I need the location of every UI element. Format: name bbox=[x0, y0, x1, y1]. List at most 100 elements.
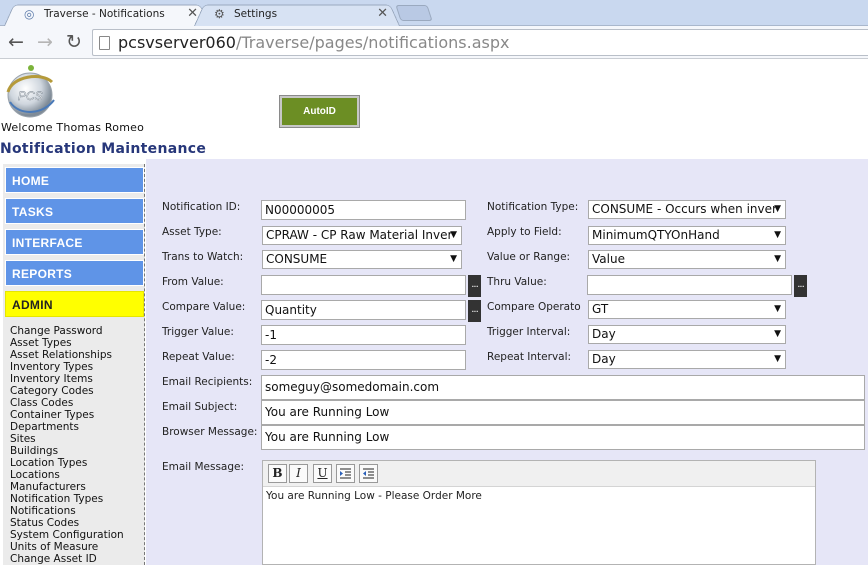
asset-type-label: Asset Type: bbox=[162, 226, 222, 238]
compare-value-label: Compare Value: bbox=[162, 301, 246, 313]
page-title: Notification Maintenance bbox=[0, 141, 207, 157]
chevron-down-icon: ▼ bbox=[774, 304, 781, 314]
admin-item-class-codes[interactable]: Class Codes bbox=[10, 397, 124, 409]
admin-item-units-of-measure[interactable]: Units of Measure bbox=[10, 541, 124, 553]
admin-submenu: Change Password Asset Types Asset Relati… bbox=[10, 325, 124, 565]
repeat-value-label: Repeat Value: bbox=[162, 351, 235, 363]
email-message-label: Email Message: bbox=[162, 461, 245, 473]
chevron-down-icon: ▼ bbox=[450, 230, 457, 240]
italic-button[interactable]: I bbox=[289, 464, 308, 483]
admin-item-buildings[interactable]: Buildings bbox=[10, 445, 124, 457]
admin-item-inventory-types[interactable]: Inventory Types bbox=[10, 361, 124, 373]
reload-icon[interactable]: ↻ bbox=[62, 30, 86, 54]
address-bar[interactable]: pcsvserver060/Traverse/pages/notificatio… bbox=[92, 29, 868, 56]
admin-item-asset-relationships[interactable]: Asset Relationships bbox=[10, 349, 124, 361]
nav-home[interactable]: HOME bbox=[5, 167, 144, 193]
trigger-value-field[interactable]: -1 bbox=[261, 325, 466, 345]
editor-toolbar: B I U bbox=[263, 461, 815, 487]
from-value-label: From Value: bbox=[162, 276, 224, 288]
chevron-down-icon: ▼ bbox=[774, 204, 781, 214]
admin-item-notification-types[interactable]: Notification Types bbox=[10, 493, 124, 505]
tab-strip: ◎ Traverse - Notifications ✕ ⚙ Settings … bbox=[0, 0, 868, 26]
thru-value-label: Thru Value: bbox=[487, 276, 547, 288]
value-or-range-label: Value or Range: bbox=[487, 251, 571, 263]
repeat-interval-label: Repeat Interval: bbox=[487, 351, 572, 363]
repeat-value-field[interactable]: -2 bbox=[261, 350, 466, 370]
nav-tasks[interactable]: TASKS bbox=[5, 198, 144, 224]
nav-reports[interactable]: REPORTS bbox=[5, 260, 144, 286]
globe-icon: ◎ bbox=[24, 7, 35, 21]
email-recipients-label: Email Recipients: bbox=[162, 376, 253, 388]
thru-value-field[interactable] bbox=[587, 275, 792, 295]
trigger-value-label: Trigger Value: bbox=[162, 326, 234, 338]
email-recipients-field[interactable]: someguy@somedomain.com bbox=[261, 375, 865, 400]
admin-item-departments[interactable]: Departments bbox=[10, 421, 124, 433]
compare-operator-label: Compare Operato bbox=[487, 301, 581, 313]
email-subject-field[interactable]: You are Running Low bbox=[261, 400, 865, 425]
compare-value-field[interactable]: Quantity bbox=[261, 300, 466, 320]
admin-item-change-asset-id[interactable]: Change Asset ID bbox=[10, 553, 124, 565]
back-icon[interactable]: ← bbox=[4, 30, 28, 54]
chevron-down-icon: ▼ bbox=[774, 230, 781, 240]
nav-admin[interactable]: ADMIN bbox=[5, 291, 144, 317]
admin-item-manufacturers[interactable]: Manufacturers bbox=[10, 481, 124, 493]
admin-item-notifications[interactable]: Notifications bbox=[10, 505, 124, 517]
browser-toolbar: ← → ↻ pcsvserver060/Traverse/pages/notif… bbox=[0, 26, 868, 59]
indent-icon[interactable] bbox=[336, 464, 355, 483]
left-nav: HOME TASKS INTERFACE REPORTS ADMIN Chang… bbox=[3, 164, 145, 565]
bold-button[interactable]: B bbox=[268, 464, 287, 483]
value-or-range-select[interactable]: Value ▼ bbox=[588, 250, 786, 269]
url-text: pcsvserver060/Traverse/pages/notificatio… bbox=[118, 33, 510, 52]
admin-item-system-configuration[interactable]: System Configuration bbox=[10, 529, 124, 541]
from-value-field[interactable] bbox=[261, 275, 466, 295]
admin-item-inventory-items[interactable]: Inventory Items bbox=[10, 373, 124, 385]
from-value-lookup-button[interactable]: ... bbox=[468, 275, 481, 297]
chevron-down-icon: ▼ bbox=[774, 254, 781, 264]
welcome-text: Welcome Thomas Romeo bbox=[1, 121, 145, 134]
tab-settings[interactable]: ⚙ Settings ✕ bbox=[194, 2, 400, 26]
email-message-text: You are Running Low - Please Order More bbox=[266, 490, 482, 502]
autoid-button[interactable]: AutoID bbox=[279, 95, 360, 128]
compare-operator-select[interactable]: GT ▼ bbox=[588, 300, 786, 319]
trigger-interval-label: Trigger Interval: bbox=[487, 326, 571, 338]
trigger-interval-select[interactable]: Day ▼ bbox=[588, 325, 786, 344]
admin-item-sites[interactable]: Sites bbox=[10, 433, 124, 445]
svg-text:PCS: PCS bbox=[18, 89, 43, 103]
notification-type-select[interactable]: CONSUME - Occurs when inver ▼ bbox=[588, 200, 786, 219]
page-icon bbox=[99, 35, 110, 50]
admin-item-asset-types[interactable]: Asset Types bbox=[10, 337, 124, 349]
forward-icon[interactable]: → bbox=[33, 30, 57, 54]
compare-value-lookup-button[interactable]: ... bbox=[468, 300, 481, 322]
admin-item-change-password[interactable]: Change Password bbox=[10, 325, 124, 337]
email-message-editor[interactable]: B I U You are Running Low - Please Order… bbox=[262, 460, 816, 565]
trans-to-watch-select[interactable]: CONSUME ▼ bbox=[262, 250, 462, 269]
nav-interface[interactable]: INTERFACE bbox=[5, 229, 144, 255]
browser-message-label: Browser Message: bbox=[162, 426, 258, 438]
notification-id-field[interactable]: N00000005 bbox=[261, 200, 466, 220]
gear-icon: ⚙ bbox=[214, 7, 225, 21]
admin-item-status-codes[interactable]: Status Codes bbox=[10, 517, 124, 529]
underline-button[interactable]: U bbox=[313, 464, 332, 483]
close-icon[interactable]: ✕ bbox=[377, 6, 388, 21]
chevron-down-icon: ▼ bbox=[774, 354, 781, 364]
outdent-icon[interactable] bbox=[359, 464, 378, 483]
apply-to-field-label: Apply to Field: bbox=[487, 226, 562, 238]
apply-to-field-select[interactable]: MinimumQTYOnHand ▼ bbox=[588, 226, 786, 245]
admin-item-container-types[interactable]: Container Types bbox=[10, 409, 124, 421]
trans-to-watch-label: Trans to Watch: bbox=[162, 251, 244, 263]
admin-item-locations[interactable]: Locations bbox=[10, 469, 124, 481]
thru-value-lookup-button[interactable]: ... bbox=[794, 275, 807, 297]
new-tab-button[interactable] bbox=[395, 5, 433, 21]
admin-item-category-codes[interactable]: Category Codes bbox=[10, 385, 124, 397]
chevron-down-icon: ▼ bbox=[774, 329, 781, 339]
browser-message-field[interactable]: You are Running Low bbox=[261, 425, 865, 450]
notification-id-label: Notification ID: bbox=[162, 201, 241, 213]
asset-type-select[interactable]: CPRAW - CP Raw Material Inver ▼ bbox=[262, 226, 462, 245]
repeat-interval-select[interactable]: Day ▼ bbox=[588, 350, 786, 369]
tab-traverse-notifications[interactable]: ◎ Traverse - Notifications ✕ bbox=[4, 2, 210, 26]
notification-type-label: Notification Type: bbox=[487, 201, 579, 213]
chevron-down-icon: ▼ bbox=[450, 254, 457, 264]
pcs-logo: PCS bbox=[2, 62, 58, 120]
admin-item-location-types[interactable]: Location Types bbox=[10, 457, 124, 469]
email-subject-label: Email Subject: bbox=[162, 401, 238, 413]
